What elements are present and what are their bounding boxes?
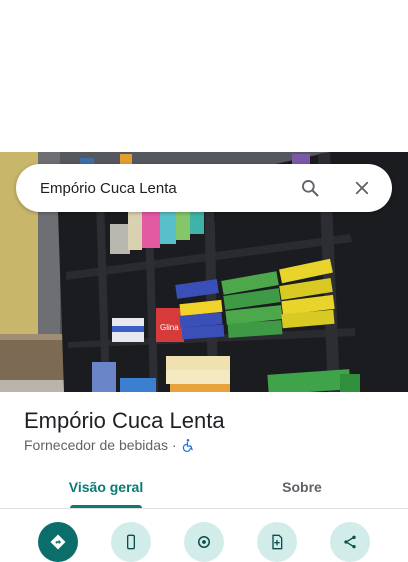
phone-icon xyxy=(127,534,135,550)
save-icon xyxy=(272,534,283,550)
tab-bar: Visão geral Sobre xyxy=(0,466,408,509)
search-icon[interactable] xyxy=(298,176,322,200)
tab-about[interactable]: Sobre xyxy=(244,466,360,508)
save-button[interactable] xyxy=(257,522,297,562)
directions-icon xyxy=(50,534,66,550)
share-button[interactable] xyxy=(330,522,370,562)
location-icon xyxy=(198,536,210,548)
share-icon xyxy=(344,535,356,549)
search-input[interactable]: Empório Cuca Lenta xyxy=(40,180,298,197)
location-button[interactable] xyxy=(184,522,224,562)
place-subtitle: Fornecedor de bebidas · xyxy=(24,437,195,453)
action-buttons-row xyxy=(0,522,408,562)
directions-button[interactable] xyxy=(38,522,78,562)
separator-dot: · xyxy=(172,437,177,453)
tab-selected-indicator xyxy=(70,505,142,508)
product-label: Glina xyxy=(160,323,179,332)
top-blank-area xyxy=(0,0,408,152)
call-button[interactable] xyxy=(111,522,151,562)
wheelchair-accessible-icon xyxy=(181,438,195,452)
close-icon[interactable] xyxy=(350,176,374,200)
place-category: Fornecedor de bebidas xyxy=(24,437,168,453)
tab-overview[interactable]: Visão geral xyxy=(48,466,164,508)
search-bar[interactable]: Empório Cuca Lenta xyxy=(16,164,392,212)
place-name: Empório Cuca Lenta xyxy=(24,408,225,433)
